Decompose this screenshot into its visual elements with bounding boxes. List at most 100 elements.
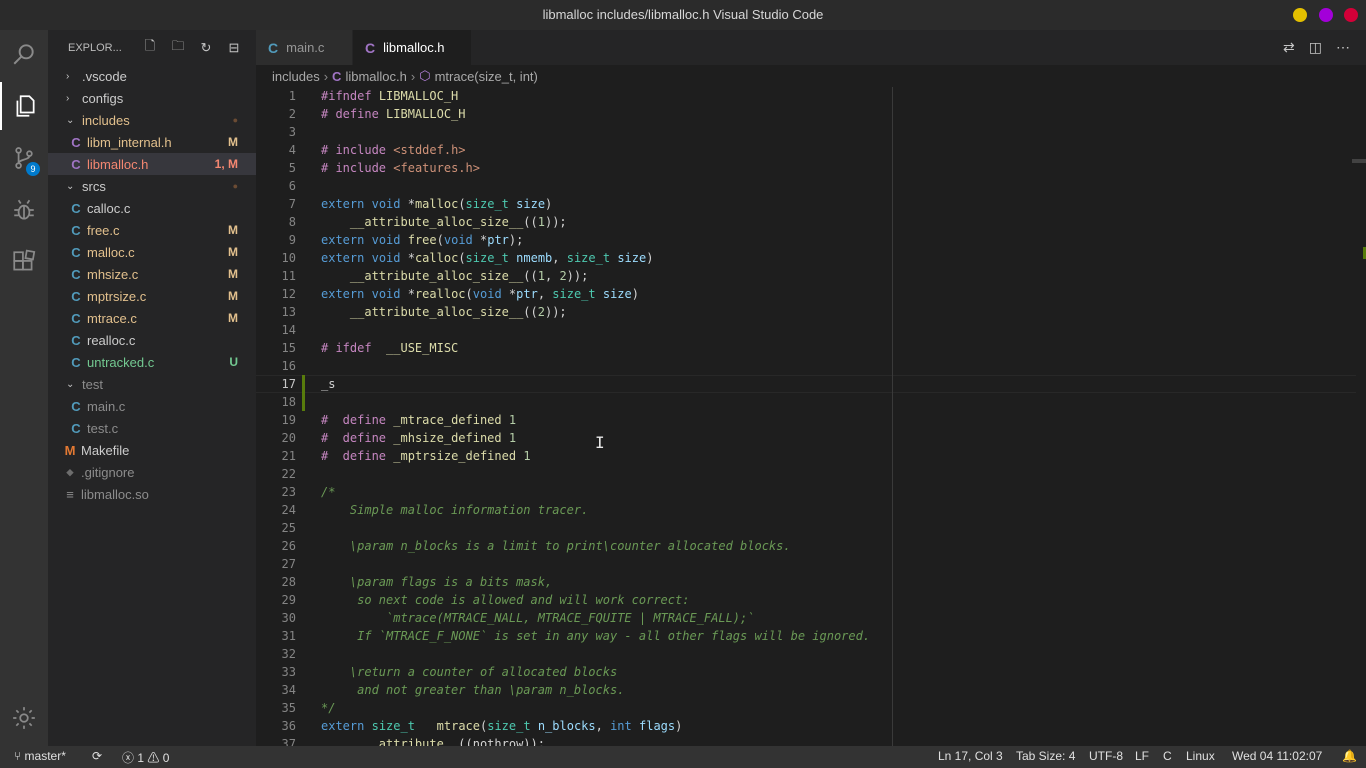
tree-item-label: mtrace.c xyxy=(87,310,137,326)
file-item[interactable]: Clibm_internal.h M xyxy=(48,131,256,153)
breadcrumb-folder[interactable]: includes xyxy=(272,69,320,84)
explorer-icon[interactable] xyxy=(0,82,48,130)
folder-item[interactable]: ⌄ srcs ● xyxy=(48,175,256,197)
encoding[interactable]: UTF-8 xyxy=(1089,749,1123,763)
git-branch[interactable]: ⑂ master* xyxy=(14,749,66,763)
file-item[interactable]: Cmain.c xyxy=(48,395,256,417)
folder-item[interactable]: ⌄ includes ● xyxy=(48,109,256,131)
tree-item-label: libmalloc.so xyxy=(81,486,149,502)
file-item[interactable]: Cmalloc.c M xyxy=(48,241,256,263)
code-line: 15 # ifdef __USE_MISC xyxy=(256,339,1356,357)
file-item[interactable]: Cmhsize.c M xyxy=(48,263,256,285)
new-file-icon[interactable]: 🗋 xyxy=(142,38,158,56)
tab-size[interactable]: Tab Size: 4 xyxy=(1016,749,1075,763)
code-line: 10 extern void *calloc(size_t nmemb, size… xyxy=(256,249,1356,267)
tree-item-label: realloc.c xyxy=(87,332,136,348)
code-line: 34 and not greater than \param n_blocks. xyxy=(256,681,1356,699)
notifications-icon[interactable]: 🔔 xyxy=(1342,749,1357,763)
code-line: 21 # define _mptrsize_defined 1 xyxy=(256,447,1356,465)
tab-main-c[interactable]: C main.c xyxy=(256,30,352,65)
line-number: 11 xyxy=(281,269,296,283)
c-file-icon: C xyxy=(71,244,81,260)
code-line: 11 __attribute_alloc_size__((1, 2)); xyxy=(256,267,1356,285)
file-item[interactable]: ≡ libmalloc.so xyxy=(48,483,256,505)
line-number: 14 xyxy=(281,323,296,337)
scrollbar-thumb[interactable] xyxy=(1352,159,1366,163)
debug-icon[interactable] xyxy=(0,186,48,234)
file-item[interactable]: Clibmalloc.h 1, M xyxy=(48,153,256,175)
editor-tabs: C main.c C libmalloc.h ⇄ ◫ ⋯ xyxy=(256,30,1366,65)
file-item[interactable]: Cmptrsize.c M xyxy=(48,285,256,307)
file-item[interactable]: Cfree.c M xyxy=(48,219,256,241)
code-line: 1 #ifndef LIBMALLOC_H xyxy=(256,87,1356,105)
git-status-badge: M xyxy=(228,223,238,237)
tree-item-label: includes xyxy=(82,112,130,128)
folder-item[interactable]: › configs xyxy=(48,87,256,109)
refresh-icon[interactable]: ↻ xyxy=(198,40,214,56)
source-control-badge: 9 xyxy=(26,162,40,176)
code-line: 17 _s xyxy=(256,375,1356,393)
file-item[interactable]: Cmtrace.c M xyxy=(48,307,256,329)
c-file-icon: C xyxy=(71,156,81,172)
window-maximize-dot[interactable] xyxy=(1319,8,1333,22)
breadcrumb: includes › C libmalloc.h › ⬡ mtrace(size… xyxy=(256,65,1366,87)
code-text: __attribute__((nothrow)); xyxy=(364,737,545,746)
window-minimize-dot[interactable] xyxy=(1293,8,1307,22)
line-number: 28 xyxy=(281,575,296,589)
code-text: */ xyxy=(321,701,336,715)
sync-icon[interactable]: ⟳ xyxy=(92,749,102,763)
git-status-badge: M xyxy=(228,245,238,259)
code-line: 31 If `MTRACE_F_NONE` is set in any way … xyxy=(256,627,1356,645)
file-item[interactable]: ◆ .gitignore xyxy=(48,461,256,483)
tree-item-label: calloc.c xyxy=(87,200,131,216)
line-number: 18 xyxy=(281,395,296,409)
c-file-icon: C xyxy=(71,420,81,436)
code-line: 25 xyxy=(256,519,1356,537)
problems-indicator[interactable]: ⓧ 1 ⚠ 0 xyxy=(122,749,169,766)
file-item[interactable]: Ccalloc.c xyxy=(48,197,256,219)
split-editor-icon[interactable]: ◫ xyxy=(1309,39,1322,56)
tab-libmalloc-h[interactable]: C libmalloc.h xyxy=(353,30,471,65)
line-number: 27 xyxy=(281,557,296,571)
new-folder-icon[interactable]: 🗀 xyxy=(170,38,186,56)
cursor-position[interactable]: Ln 17, Col 3 xyxy=(938,749,1003,763)
file-item[interactable]: M Makefile xyxy=(48,439,256,461)
collapse-all-icon[interactable]: ⊟ xyxy=(226,40,242,56)
c-file-icon: C xyxy=(71,332,81,348)
line-number: 23 xyxy=(281,485,296,499)
breadcrumb-symbol[interactable]: mtrace(size_t, int) xyxy=(435,69,538,84)
folder-item[interactable]: › .vscode xyxy=(48,65,256,87)
code-editor[interactable]: 1 #ifndef LIBMALLOC_H 2 # define LIBMALLOC_… xyxy=(256,87,1366,746)
file-item[interactable]: Crealloc.c xyxy=(48,329,256,351)
code-line: 32 xyxy=(256,645,1356,663)
tab-label: libmalloc.h xyxy=(383,40,445,55)
search-icon[interactable] xyxy=(0,30,48,78)
language-mode[interactable]: C xyxy=(1163,749,1172,763)
end-of-line[interactable]: LF xyxy=(1135,749,1149,763)
code-text: # include <stddef.h> xyxy=(321,143,466,157)
breadcrumb-file[interactable]: libmalloc.h xyxy=(345,69,406,84)
git-status-badge: U xyxy=(229,355,238,369)
code-line: 5 # include <features.h> xyxy=(256,159,1356,177)
file-item[interactable]: Ctest.c xyxy=(48,417,256,439)
code-line: 4 # include <stddef.h> xyxy=(256,141,1356,159)
line-number: 6 xyxy=(288,179,296,193)
code-text: extern void free(void *ptr); xyxy=(321,233,524,247)
folder-item[interactable]: ⌄ test xyxy=(48,373,256,395)
code-text: # ifdef __USE_MISC xyxy=(321,341,459,355)
file-item[interactable]: Cuntracked.c U xyxy=(48,351,256,373)
open-changes-icon[interactable]: ⇄ xyxy=(1283,39,1295,56)
line-number: 15 xyxy=(281,341,296,355)
window-close-dot[interactable] xyxy=(1344,8,1358,22)
more-actions-icon[interactable]: ⋯ xyxy=(1336,39,1350,56)
source-control-icon[interactable]: 9 xyxy=(0,134,48,182)
code-text: #ifndef LIBMALLOC_H xyxy=(321,89,459,103)
line-number: 34 xyxy=(281,683,296,697)
extensions-icon[interactable] xyxy=(0,238,48,286)
line-number: 3 xyxy=(288,125,296,139)
settings-gear-icon[interactable] xyxy=(0,694,48,742)
tree-item-label: srcs xyxy=(82,178,106,194)
code-text: extern void *malloc(size_t size) xyxy=(321,197,553,211)
tree-item-label: main.c xyxy=(87,398,126,414)
code-line: 22 xyxy=(256,465,1356,483)
